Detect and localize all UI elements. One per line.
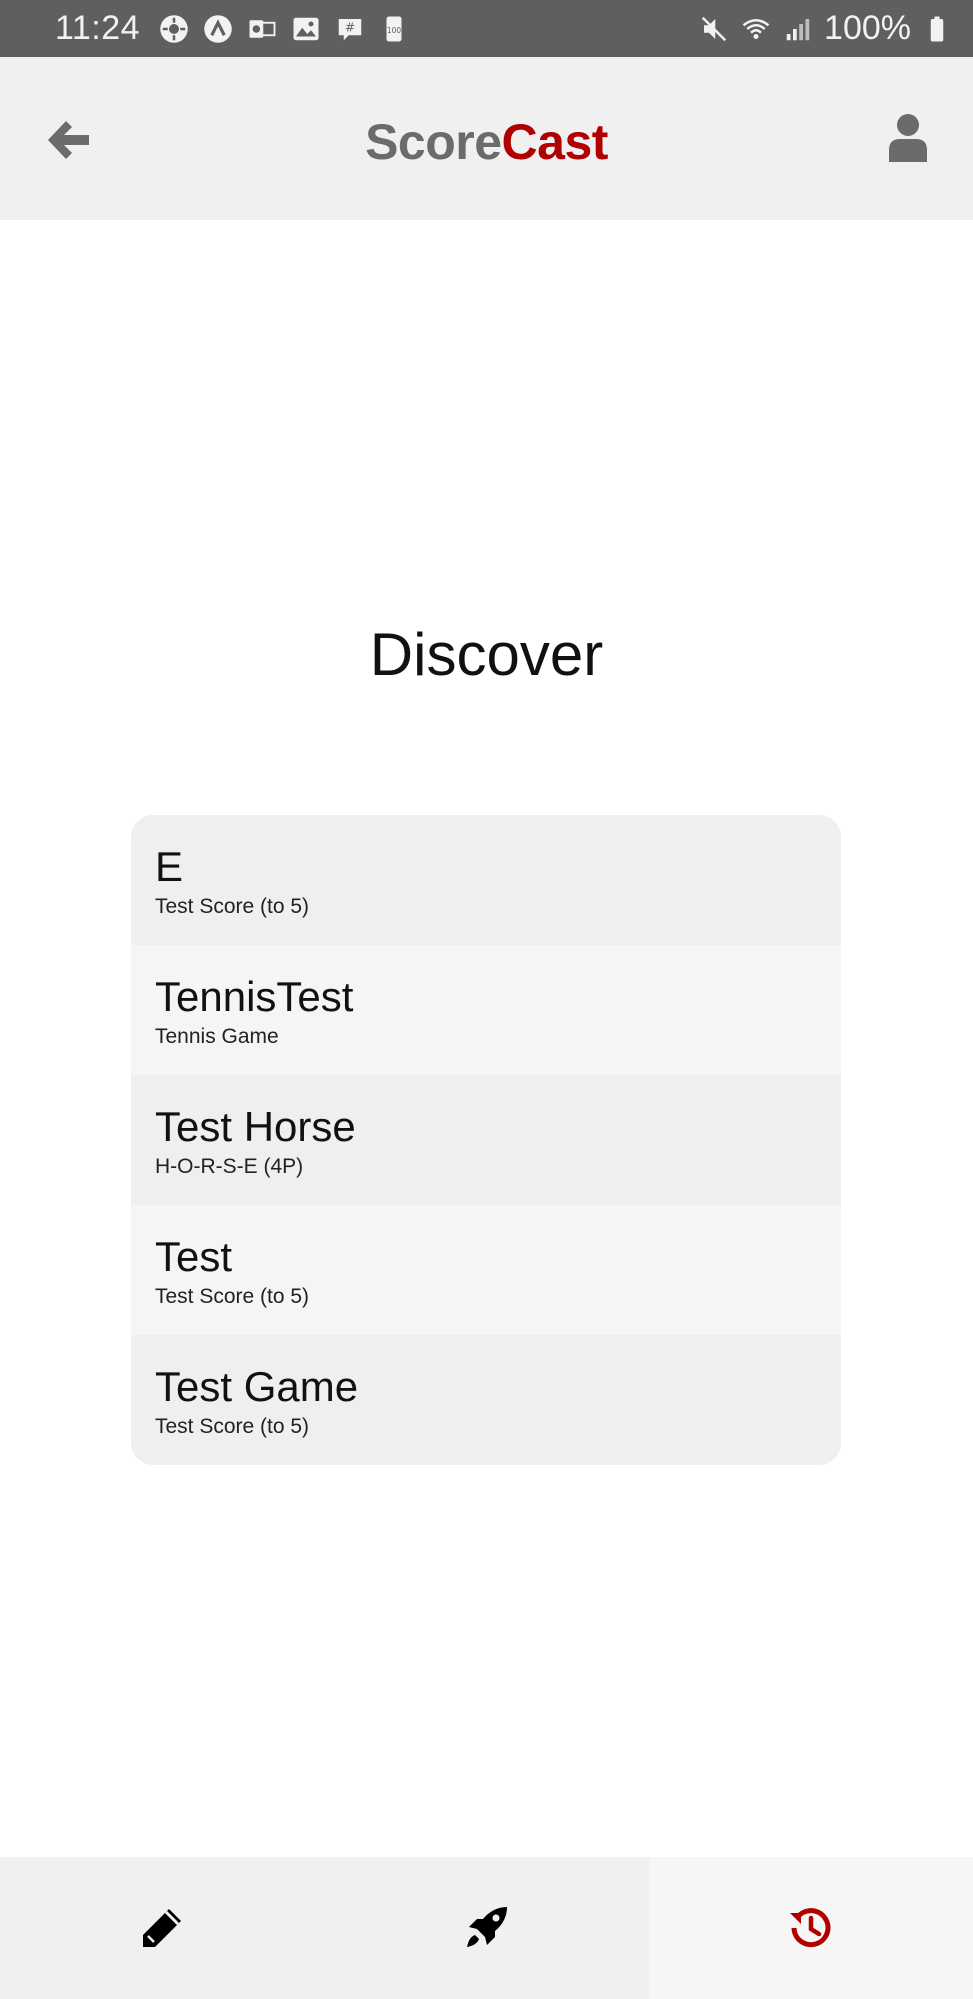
list-item[interactable]: Test Game Test Score (to 5) [131, 1335, 841, 1465]
bottom-nav [0, 1857, 973, 1999]
game-type: H-O-R-S-E (4P) [155, 1155, 304, 1178]
svg-text:#: # [345, 19, 355, 34]
pencil-icon [143, 1909, 182, 1947]
app-logo: ScoreCast [0, 113, 973, 171]
settings-icon [158, 13, 190, 45]
battery-icon [921, 13, 953, 45]
history-icon [789, 1908, 831, 1948]
status-time: 11:24 [55, 9, 141, 47]
game-type: Tennis Game [155, 1025, 279, 1048]
tab-discover-launch[interactable] [324, 1857, 649, 1999]
status-system-icons: 100% [698, 9, 953, 48]
game-type: Test Score (to 5) [155, 895, 310, 918]
signal-icon [782, 13, 814, 45]
battery-100-icon: 100 [378, 13, 410, 45]
game-name: Test Game [155, 1363, 359, 1410]
profile-button[interactable] [885, 112, 931, 162]
wifi-icon [740, 13, 772, 45]
user-icon [889, 114, 927, 162]
game-name: E [155, 843, 184, 890]
status-notification-icons: # 100 [158, 13, 410, 45]
app-header: ScoreCast [0, 57, 973, 220]
outlook-icon [246, 13, 278, 45]
tab-history[interactable] [648, 1857, 973, 1999]
status-bar: 11:24 # 100 100% [0, 0, 973, 57]
logo-score-text: Score [365, 114, 502, 170]
list-item[interactable]: Test Test Score (to 5) [131, 1205, 841, 1335]
slack-icon: # [334, 13, 366, 45]
list-item[interactable]: TennisTest Tennis Game [131, 945, 841, 1075]
games-list: E Test Score (to 5) TennisTest Tennis Ga… [131, 815, 841, 1465]
mute-icon [698, 13, 730, 45]
game-name: Test [155, 1233, 233, 1280]
svg-text:100: 100 [387, 25, 402, 34]
battery-percentage: 100% [824, 9, 911, 47]
game-name: Test Horse [155, 1103, 356, 1150]
list-item[interactable]: Test Horse H-O-R-S-E (4P) [131, 1075, 841, 1205]
gallery-icon [290, 13, 322, 45]
game-name: TennisTest [155, 973, 354, 1020]
list-item[interactable]: E Test Score (to 5) [131, 815, 841, 945]
page-title: Discover [369, 621, 604, 688]
logo-cast-text: Cast [501, 114, 609, 170]
rocket-icon [467, 1907, 508, 1947]
app-icon [202, 13, 234, 45]
tab-create[interactable] [0, 1857, 325, 1999]
game-type: Test Score (to 5) [155, 1415, 310, 1438]
game-type: Test Score (to 5) [155, 1285, 310, 1308]
